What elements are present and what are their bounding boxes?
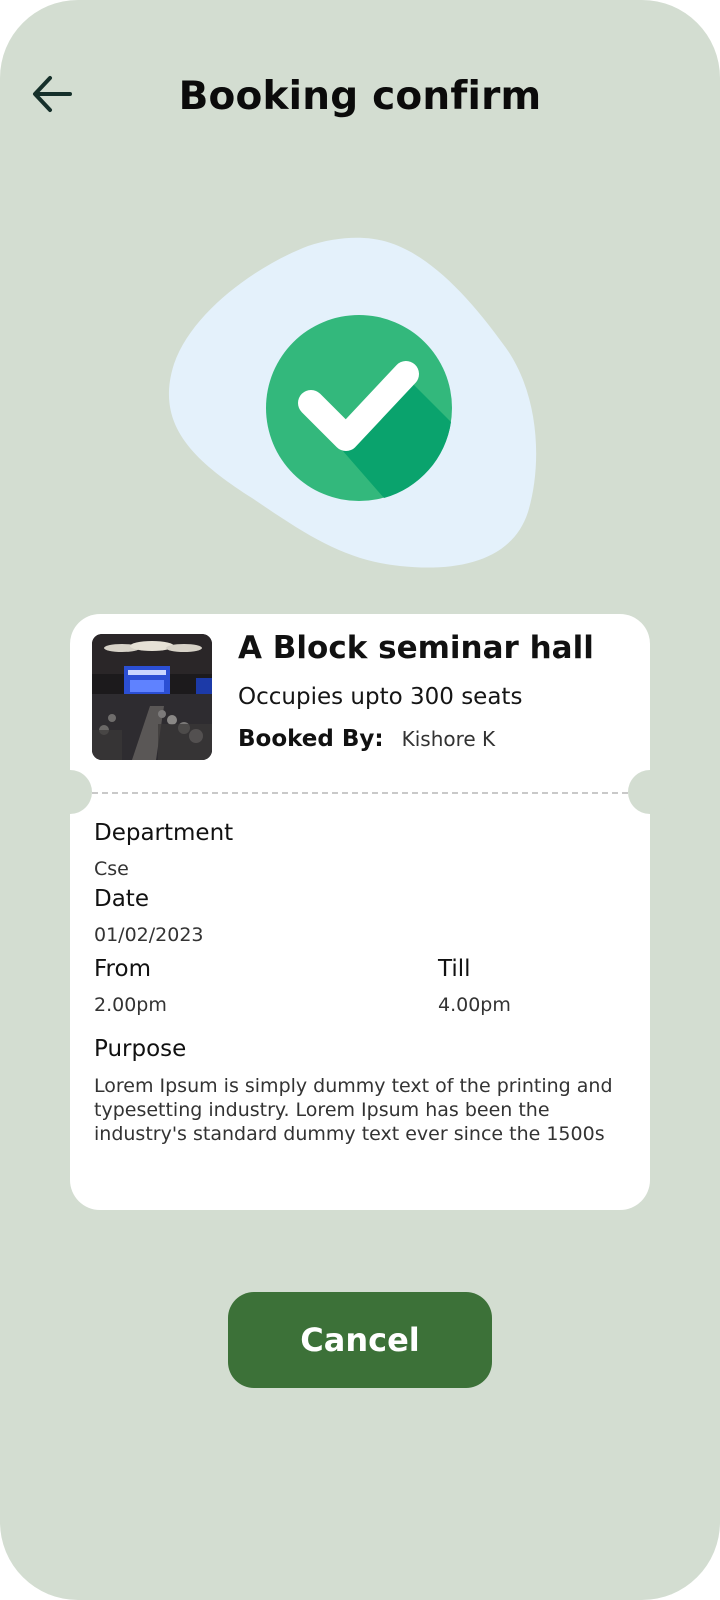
purpose-label: Purpose xyxy=(94,1036,187,1062)
booked-by-value: Kishore K xyxy=(401,727,496,751)
hall-name: A Block seminar hall xyxy=(238,630,594,666)
cancel-button[interactable]: Cancel xyxy=(228,1292,492,1388)
till-value: 4.00pm xyxy=(438,994,511,1016)
booked-by-label: Booked By: xyxy=(238,726,384,752)
screen: Booking confirm A Block seminar hall Occ… xyxy=(0,0,720,1600)
booked-by-row: Booked By: Kishore K xyxy=(238,726,495,752)
department-value: Cse xyxy=(94,858,129,880)
ticket-divider xyxy=(92,792,628,794)
hall-capacity: Occupies upto 300 seats xyxy=(238,684,523,710)
ticket-notch-left xyxy=(48,770,92,814)
date-value: 01/02/2023 xyxy=(94,924,204,946)
page-title: Booking confirm xyxy=(178,74,542,119)
booking-ticket-card: A Block seminar hall Occupies upto 300 s… xyxy=(48,614,672,1210)
success-illustration xyxy=(168,237,537,568)
from-label: From xyxy=(94,956,151,982)
check-circle-icon xyxy=(266,315,452,501)
hall-thumbnail xyxy=(92,634,212,760)
ticket-notch-right xyxy=(628,770,672,814)
date-label: Date xyxy=(94,886,149,912)
department-label: Department xyxy=(94,820,234,846)
till-label: Till xyxy=(438,956,471,982)
from-value: 2.00pm xyxy=(94,994,167,1016)
purpose-value: Lorem Ipsum is simply dummy text of the … xyxy=(94,1075,613,1145)
